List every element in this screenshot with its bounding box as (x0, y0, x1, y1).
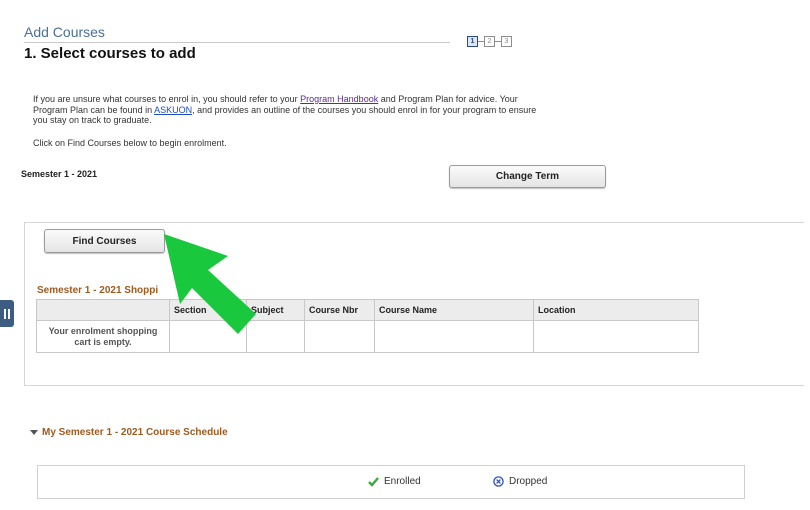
step-title: 1. Select courses to add (24, 45, 196, 62)
table-cell (246, 320, 305, 353)
legend-enrolled-label: Enrolled (384, 476, 421, 487)
empty-cart-message: Your enrolment shopping cart is empty. (36, 320, 170, 353)
table-cell (304, 320, 375, 353)
step-indicator: 1 2 3 (467, 35, 512, 47)
term-label: Semester 1 - 2021 (21, 169, 98, 179)
change-term-button[interactable]: Change Term (449, 165, 606, 188)
step-3: 3 (501, 35, 512, 47)
collapse-triangle-icon (30, 430, 38, 435)
course-schedule-heading: My Semester 1 - 2021 Course Schedule (42, 427, 228, 438)
column-header-course-name: Course Name (374, 299, 534, 321)
shopping-cart-table: Section Subject Course Nbr Course Name L… (36, 299, 699, 353)
legend-dropped-label: Dropped (509, 476, 548, 487)
table-cell (374, 320, 534, 353)
click-instructions: Click on Find Courses below to begin enr… (33, 138, 227, 148)
find-courses-button[interactable]: Find Courses (44, 229, 165, 253)
column-header-blank (36, 299, 170, 321)
step-1: 1 (467, 35, 478, 47)
step-2: 2 (484, 35, 495, 47)
table-header-row: Section Subject Course Nbr Course Name L… (36, 299, 699, 321)
table-cell (169, 320, 247, 353)
check-icon (368, 476, 379, 487)
page-header: Add Courses (24, 24, 105, 40)
table-row: Your enrolment shopping cart is empty. (36, 320, 699, 353)
pause-handle-icon[interactable] (0, 300, 14, 327)
column-header-section: Section (169, 299, 247, 321)
program-handbook-link[interactable]: Program Handbook (300, 94, 378, 104)
intro-text: If you are unsure what courses to enrol … (33, 94, 543, 126)
table-cell (533, 320, 699, 353)
circle-x-icon (493, 476, 504, 487)
column-header-subject: Subject (246, 299, 305, 321)
legend-enrolled: Enrolled (368, 476, 421, 487)
shopping-cart-heading: Semester 1 - 2021 Shoppi (37, 285, 159, 296)
legend-dropped: Dropped (493, 476, 547, 487)
course-schedule-toggle[interactable]: My Semester 1 - 2021 Course Schedule (30, 427, 228, 438)
intro-text-part: If you are unsure what courses to enrol … (33, 94, 301, 104)
header-divider (24, 42, 450, 43)
column-header-location: Location (533, 299, 699, 321)
column-header-course-nbr: Course Nbr (304, 299, 375, 321)
askuon-link[interactable]: ASKUON (154, 105, 192, 115)
